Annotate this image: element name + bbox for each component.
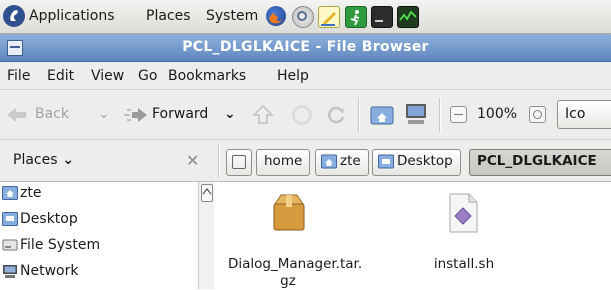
script-icon [449, 193, 478, 233]
menu-go[interactable]: Go [138, 68, 157, 84]
computer-icon[interactable] [404, 102, 428, 126]
crumb-desktop[interactable]: Desktop [372, 149, 461, 176]
places-dropdown-label: Places [13, 152, 58, 168]
home-folder-icon[interactable] [370, 104, 394, 126]
home-folder-icon [2, 186, 18, 200]
toolbar: Back ⌄ Forward ⌄ 100% Ico [0, 90, 611, 140]
menu-file[interactable]: File [7, 68, 30, 84]
network-computer-icon [3, 265, 17, 278]
menu-view[interactable]: View [91, 68, 124, 84]
crumb-home[interactable]: home [256, 149, 311, 176]
menu-help[interactable]: Help [277, 68, 309, 84]
sidebar-item-zte[interactable]: zte [0, 183, 196, 205]
top-panel: Applications Places System [0, 0, 611, 34]
file-name: Dialog_Manager.tar. gz [228, 256, 362, 290]
stop-icon[interactable] [292, 105, 312, 125]
forward-arrow-icon[interactable] [122, 106, 148, 124]
applications-menu[interactable]: Applications [29, 8, 115, 24]
text-entry-toggle-icon [232, 155, 246, 169]
firefox-icon[interactable] [266, 6, 286, 26]
sidebar-item-label: File System [20, 237, 101, 253]
text-editor-icon[interactable] [318, 6, 340, 28]
back-history-chevron-icon[interactable]: ⌄ [98, 106, 110, 122]
forward-button[interactable]: Forward [152, 106, 208, 122]
crumb-zte-label: zte [340, 153, 361, 169]
harddisk-icon [2, 239, 18, 251]
file-name: install.sh [433, 256, 495, 272]
system-menu[interactable]: System [206, 8, 258, 24]
file-item[interactable]: Dialog_Manager.tar. gz [228, 192, 362, 290]
menu-bookmarks[interactable]: Bookmarks [168, 68, 246, 84]
file-item[interactable]: install.sh [414, 192, 514, 289]
view-mode-select[interactable]: Ico [557, 100, 611, 129]
archive-icon [273, 194, 305, 231]
reload-icon[interactable] [325, 104, 347, 126]
window-titlebar[interactable]: PCL_DLGLKAICE - File Browser [0, 34, 611, 62]
crumb-zte[interactable]: zte [315, 149, 369, 176]
menubar: File Edit View Go Bookmarks Help [0, 62, 611, 90]
back-arrow-icon[interactable] [6, 106, 28, 124]
sidebar-item-label: Desktop [20, 211, 78, 227]
up-arrow-icon[interactable] [252, 104, 274, 126]
back-button[interactable]: Back [35, 106, 69, 122]
home-folder-icon [321, 154, 337, 169]
sidebar-item-label: Network [20, 263, 79, 279]
exit-icon[interactable] [345, 6, 367, 28]
sidebar-item-filesystem[interactable]: File System [0, 235, 196, 257]
sidebar-item-network[interactable]: Network [0, 261, 196, 283]
zoom-reset-icon[interactable] [529, 106, 546, 123]
sidebar-item-label: zte [20, 185, 42, 201]
sidebar-scrollbar[interactable] [198, 182, 214, 289]
crumb-desktop-label: Desktop [397, 153, 453, 169]
places-menu[interactable]: Places [146, 8, 191, 24]
crumb-current[interactable]: PCL_DLGLKAICE [469, 149, 611, 176]
places-sidebar: zte Desktop File System Network [0, 182, 214, 289]
scroll-up-arrow-icon[interactable] [201, 184, 213, 202]
close-sidebar-icon[interactable]: ✕ [186, 151, 199, 170]
places-dropdown[interactable]: Places ⌄ [13, 152, 74, 168]
gnome-foot-icon[interactable] [3, 5, 25, 27]
chevron-down-icon: ⌄ [57, 152, 75, 168]
view-mode-value: Ico [565, 106, 586, 122]
window-title: PCL_DLGLKAICE - File Browser [182, 39, 429, 55]
zoom-level: 100% [477, 106, 518, 122]
file-name-line2: gz [280, 273, 296, 289]
desktop-folder-icon [378, 154, 394, 169]
forward-history-chevron-icon[interactable]: ⌄ [224, 106, 236, 122]
zoom-out-icon[interactable] [450, 106, 467, 123]
network-icon[interactable] [292, 6, 314, 28]
sidebar-item-desktop[interactable]: Desktop [0, 209, 196, 231]
file-name-line1: Dialog_Manager.tar. [228, 256, 363, 272]
path-toggle-button[interactable] [226, 149, 252, 176]
desktop-folder-icon [2, 212, 18, 226]
system-monitor-icon[interactable] [397, 6, 419, 28]
terminal-icon[interactable] [371, 6, 393, 28]
location-bar: Places ⌄ ✕ home zte Desktop PCL_DLGLKAIC… [0, 140, 611, 182]
menu-edit[interactable]: Edit [47, 68, 74, 84]
file-view: Dialog_Manager.tar. gz install.sh [214, 182, 611, 289]
